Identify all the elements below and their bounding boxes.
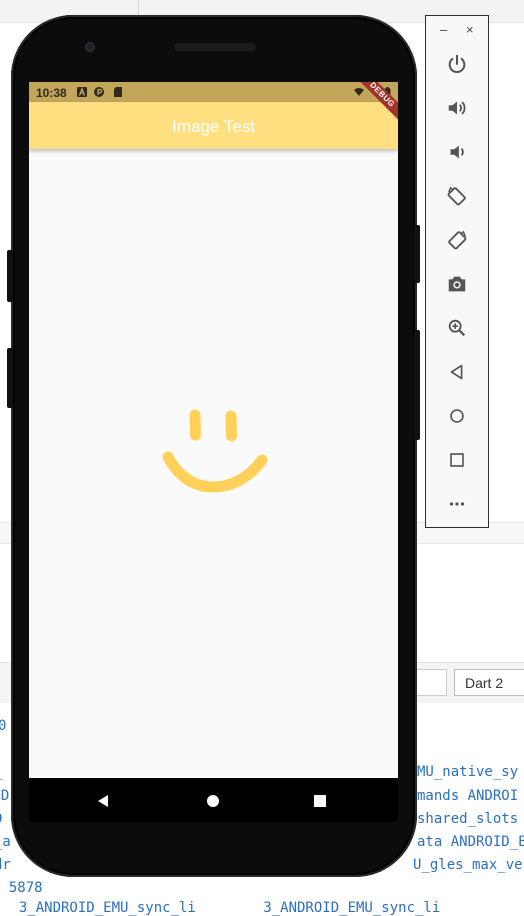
more-icon bbox=[449, 502, 465, 506]
minimize-button[interactable]: – bbox=[440, 22, 447, 37]
console-line: D bbox=[0, 811, 2, 827]
console-line: U_gles_max_ver bbox=[413, 857, 524, 873]
close-button[interactable]: × bbox=[466, 22, 474, 37]
console-line: dr bbox=[0, 857, 11, 873]
overview-icon bbox=[450, 453, 464, 467]
home-circle-icon bbox=[207, 795, 219, 807]
left-side-button bbox=[7, 250, 13, 302]
console-line: MU_native_sy bbox=[417, 764, 519, 780]
nav-home-button[interactable] bbox=[206, 794, 220, 808]
volume-rocker bbox=[414, 225, 420, 283]
console-line: mands ANDROI bbox=[417, 788, 519, 804]
console-line: shared_slots bbox=[417, 811, 519, 827]
more-button[interactable] bbox=[442, 489, 472, 519]
rotate-left-icon bbox=[447, 186, 466, 206]
smiley-face-image bbox=[162, 409, 268, 493]
back-triangle-icon bbox=[98, 795, 108, 807]
console-line: ata ANDROID_E bbox=[417, 834, 524, 850]
nav-back-button[interactable] bbox=[96, 794, 110, 808]
wifi-icon bbox=[354, 88, 364, 96]
emulator-toolbar: – × bbox=[425, 15, 489, 528]
back-icon bbox=[450, 364, 463, 380]
zoom-icon bbox=[448, 319, 466, 337]
console-line: 3_ANDROID_EMU_sync_li 3_ANDROID_EMU_sync… bbox=[2, 900, 441, 916]
notification-p-icon bbox=[94, 87, 104, 97]
sd-card-icon bbox=[114, 87, 122, 97]
nav-overview-button[interactable] bbox=[313, 794, 327, 808]
console-line: _ bbox=[0, 764, 2, 780]
console-line: 0 bbox=[0, 718, 7, 734]
volume-down-icon bbox=[450, 145, 464, 159]
rotate-left-button[interactable] bbox=[442, 181, 472, 211]
back-button[interactable] bbox=[442, 357, 472, 387]
volume-up-icon bbox=[448, 101, 466, 115]
earpiece-speaker bbox=[174, 43, 256, 51]
power-icon bbox=[448, 54, 466, 73]
rotate-right-button[interactable] bbox=[442, 225, 472, 255]
notification-a-icon bbox=[77, 87, 87, 97]
volume-up-button[interactable] bbox=[442, 93, 472, 123]
overview-square-icon bbox=[314, 795, 326, 807]
zoom-button[interactable] bbox=[442, 313, 472, 343]
app-bar: Image Test bbox=[29, 102, 398, 149]
status-time: 10:38 bbox=[36, 86, 67, 100]
navigation-bar bbox=[29, 778, 398, 822]
home-icon bbox=[450, 409, 464, 423]
front-camera bbox=[85, 42, 95, 52]
home-button[interactable] bbox=[442, 401, 472, 431]
language-select[interactable]: Dart 2 bbox=[454, 669, 524, 696]
side-button bbox=[414, 330, 420, 440]
rotate-right-icon bbox=[448, 230, 467, 250]
volume-down-button[interactable] bbox=[442, 137, 472, 167]
status-bar: 10:38 bbox=[29, 82, 398, 102]
screenshot-button[interactable] bbox=[442, 269, 472, 299]
console-line: OID bbox=[0, 788, 10, 804]
console-line: _a bbox=[0, 834, 11, 850]
left-side-button bbox=[7, 348, 13, 408]
console-line: ) 5878 bbox=[0, 880, 43, 896]
app-title: Image Test bbox=[172, 117, 255, 136]
camera-icon bbox=[448, 276, 466, 292]
power-button[interactable] bbox=[442, 49, 472, 79]
phone-screen: 10:38 Image Test DEBUG bbox=[29, 82, 398, 778]
overview-button[interactable] bbox=[442, 445, 472, 475]
